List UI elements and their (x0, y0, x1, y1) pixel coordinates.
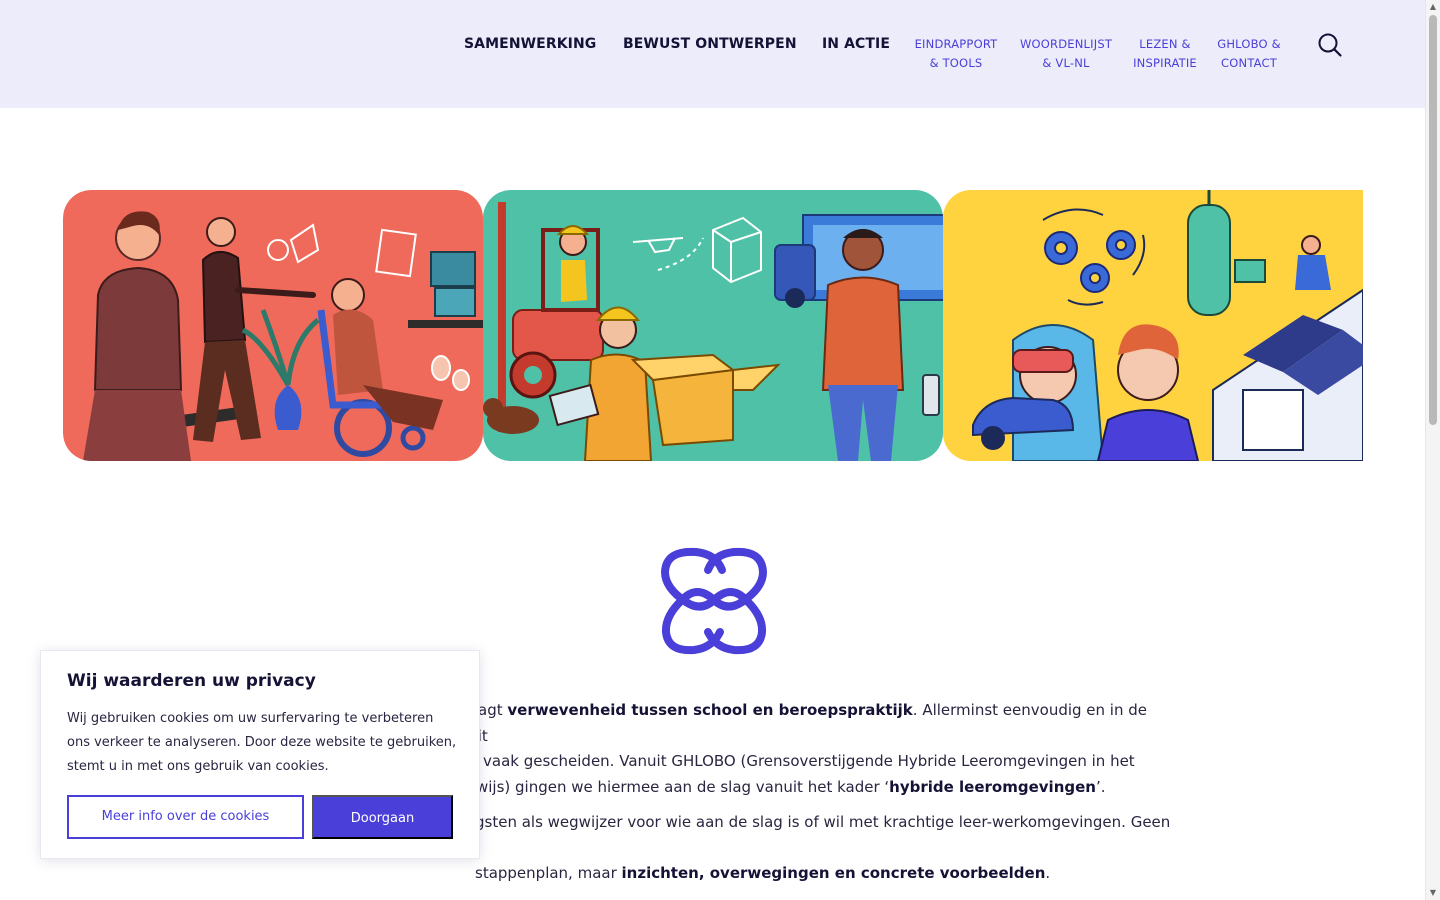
technology-illustration (972, 190, 1363, 461)
site-header: SAMENWERKING BEWUST ONTWERPEN IN ACTIE E… (0, 0, 1425, 108)
hero-illustration (63, 190, 1363, 461)
nav-lezen-inspiratie[interactable]: LEZEN & INSPIRATIE (1128, 35, 1202, 73)
nav-lezen-line2: INSPIRATIE (1133, 56, 1197, 70)
scroll-up-arrow-icon[interactable]: ▲ (1429, 3, 1437, 11)
intro-paragraph-2: gsten als wegwijzer voor wie aan de slag… (430, 810, 1190, 887)
nav-eindrapport-tools[interactable]: EINDRAPPORT & TOOLS (910, 35, 1002, 73)
intro-p1-text-5: ’. (1095, 777, 1106, 796)
nav-ghlobo-contact[interactable]: GHLOBO & CONTACT (1213, 35, 1285, 73)
nav-eindrapport-line2: & TOOLS (929, 56, 983, 70)
nav-woordenlijst-line1: WOORDENLIJST (1019, 37, 1113, 51)
cookie-consent-dialog: Wij waarderen uw privacy Wij gebruiken c… (40, 650, 480, 859)
cookie-more-info-button[interactable]: Meer info over de cookies (67, 795, 304, 839)
care-illustration (83, 211, 483, 461)
intro-p1-text-1: agt (478, 701, 508, 719)
nav-bewust-ontwerpen[interactable]: BEWUST ONTWERPEN (623, 36, 797, 52)
intro-p1-bold-2: hybride leeromgevingen (889, 777, 1096, 796)
intro-p1-text-3: vaak gescheiden. Vanuit GHLOBO (Grensove… (483, 752, 1135, 770)
hero-panel-technology (943, 190, 1363, 461)
intro-p2-text-1: gsten als wegwijzer voor wie aan de slag… (430, 813, 1171, 857)
cookie-text: Wij gebruiken cookies om uw surfervaring… (67, 711, 457, 774)
nav-woordenlijst-line2: & VL-NL (1042, 56, 1090, 70)
nav-in-actie[interactable]: IN ACTIE (822, 36, 890, 52)
nav-eindrapport-line1: EINDRAPPORT (914, 37, 998, 51)
scroll-thumb[interactable] (1429, 15, 1437, 425)
intro-p2-text-3: . (1045, 864, 1051, 882)
intro-p2-bold-1: inzichten, overwegingen en concrete voor… (621, 864, 1046, 882)
nav-woordenlijst[interactable]: WOORDENLIJST & VL-NL (1017, 35, 1115, 73)
intro-p1-text-4: wijs) gingen we hiermee aan de slag vanu… (476, 777, 890, 796)
intro-p2-text-2: stappenplan, maar (475, 864, 622, 882)
intro-paragraph-1: agt verwevenheid tussen school en beroep… (430, 698, 1190, 800)
nav-ghlobo-line1: GHLOBO & (1217, 37, 1281, 51)
hero-panel-care (63, 190, 483, 461)
cookie-title: Wij waarderen uw privacy (67, 671, 316, 691)
scroll-down-arrow-icon[interactable]: ▼ (1429, 889, 1437, 897)
nav-samenwerking[interactable]: SAMENWERKING (464, 36, 596, 52)
intro-p1-bold-1: verwevenheid tussen school en beroepspra… (507, 701, 913, 719)
nav-ghlobo-line2: CONTACT (1221, 56, 1277, 70)
ghlobo-logo (656, 544, 772, 656)
search-icon (1318, 33, 1342, 57)
nav-lezen-line1: LEZEN & (1139, 37, 1191, 51)
cookie-accept-button[interactable]: Doorgaan (312, 795, 453, 839)
logistics-illustration (483, 202, 943, 461)
intro-text: agt verwevenheid tussen school en beroep… (430, 698, 1190, 897)
search-button[interactable] (1316, 31, 1344, 59)
interlinked-chain-icon (661, 547, 767, 655)
page-scrollbar[interactable]: ▲ ▼ (1425, 0, 1440, 900)
hero-panel-logistics (483, 190, 943, 461)
